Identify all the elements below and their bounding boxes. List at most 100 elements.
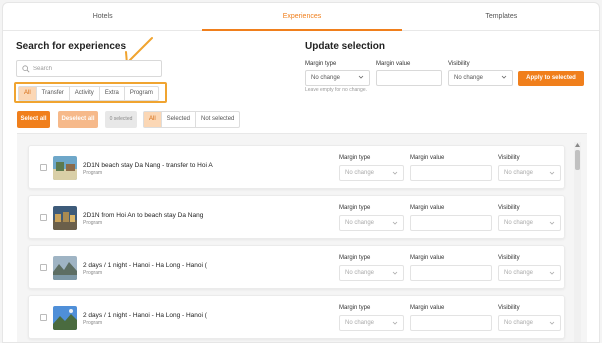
visibility-label: Visibility	[498, 255, 520, 261]
view-all[interactable]: All	[144, 112, 162, 127]
type-filter-highlight: All Transfer Activity Extra Program	[14, 82, 167, 103]
chevron-down-icon	[501, 75, 507, 79]
item-checkbox[interactable]	[40, 314, 47, 321]
item-margin-value-input[interactable]	[410, 215, 492, 231]
thumbnail-image	[53, 156, 77, 180]
visibility-select-value: No change	[454, 75, 484, 81]
item-visibility-select[interactable]: No change	[498, 265, 561, 281]
deselect-all-button[interactable]: Deselect all	[58, 111, 98, 128]
item-checkbox[interactable]	[40, 214, 47, 221]
item-name: 2 days / 1 night - Hanoi - Ha Long - Han…	[83, 312, 207, 319]
list-scrollbar[interactable]	[574, 142, 581, 342]
chevron-down-icon	[358, 75, 364, 79]
filter-transfer[interactable]: Transfer	[37, 87, 70, 100]
tab-experiences[interactable]: Experiences	[202, 3, 402, 31]
search-icon	[22, 65, 30, 73]
update-selection-title: Update selection	[305, 41, 386, 52]
visibility-label: Visibility	[448, 61, 470, 67]
chevron-down-icon	[549, 171, 555, 175]
chevron-down-icon	[549, 321, 555, 325]
thumbnail-image	[53, 256, 77, 280]
margin-type-label: Margin type	[339, 255, 371, 261]
select-value: No change	[345, 270, 375, 276]
item-type: Program	[83, 220, 103, 226]
leave-empty-hint: Leave empty for no change.	[305, 87, 367, 93]
experience-list: 2D1N beach stay Da Nang - transfer to Ho…	[17, 133, 587, 342]
margin-type-label: Margin type	[339, 205, 371, 211]
select-value: No change	[504, 170, 534, 176]
tab-templates[interactable]: Templates	[402, 3, 599, 30]
item-name: 2D1N from Hoi An to beach stay Da Nang	[83, 212, 204, 219]
margin-type-label: Margin type	[339, 305, 371, 311]
item-checkbox[interactable]	[40, 264, 47, 271]
select-value: No change	[504, 270, 534, 276]
item-type: Program	[83, 270, 103, 276]
item-margin-type-select[interactable]: No change	[339, 165, 404, 181]
margin-value-label: Margin value	[410, 155, 445, 161]
list-item: 2 days / 1 night - Hanoi - Ha Long - Han…	[28, 245, 565, 289]
filter-all[interactable]: All	[19, 87, 37, 100]
visibility-select[interactable]: No change	[448, 70, 513, 86]
margin-type-label: Margin type	[305, 61, 337, 67]
margin-value-input[interactable]	[376, 70, 442, 86]
view-selected[interactable]: Selected	[162, 112, 197, 127]
margin-value-label: Margin value	[376, 61, 411, 67]
item-checkbox[interactable]	[40, 164, 47, 171]
chevron-down-icon	[549, 221, 555, 225]
selected-count-badge: 0 selected	[105, 111, 137, 128]
visibility-label: Visibility	[498, 155, 520, 161]
item-margin-value-input[interactable]	[410, 315, 492, 331]
thumbnail-image	[53, 206, 77, 230]
select-value: No change	[345, 220, 375, 226]
margin-type-select-value: No change	[311, 75, 341, 81]
margin-value-label: Margin value	[410, 255, 445, 261]
tab-hotels[interactable]: Hotels	[3, 3, 202, 30]
margin-type-select[interactable]: No change	[305, 70, 370, 86]
item-type: Program	[83, 170, 103, 176]
item-margin-value-input[interactable]	[410, 265, 492, 281]
select-value: No change	[504, 320, 534, 326]
search-title: Search for experiences	[16, 41, 127, 52]
list-item: 2D1N beach stay Da Nang - transfer to Ho…	[28, 145, 565, 189]
item-name: 2 days / 1 night - Hanoi - Ha Long - Han…	[83, 262, 207, 269]
item-visibility-select[interactable]: No change	[498, 315, 561, 331]
apply-to-selected-button[interactable]: Apply to selected	[518, 71, 584, 86]
visibility-label: Visibility	[498, 305, 520, 311]
item-type: Program	[83, 320, 103, 326]
chevron-down-icon	[392, 171, 398, 175]
tab-bar: Hotels Experiences Templates	[3, 3, 599, 31]
margin-value-label: Margin value	[410, 305, 445, 311]
chevron-down-icon	[392, 271, 398, 275]
select-value: No change	[504, 220, 534, 226]
thumbnail-image	[53, 306, 77, 330]
filter-activity[interactable]: Activity	[70, 87, 100, 100]
select-value: No change	[345, 170, 375, 176]
scroll-up-arrow-icon[interactable]	[575, 143, 580, 147]
selection-view-filter: All Selected Not selected	[143, 111, 241, 128]
item-name: 2D1N beach stay Da Nang - transfer to Ho…	[83, 162, 213, 169]
scrollbar-thumb[interactable]	[575, 150, 580, 170]
margin-type-label: Margin type	[339, 155, 371, 161]
search-input[interactable]	[33, 62, 159, 75]
select-all-button[interactable]: Select all	[17, 111, 50, 128]
chevron-down-icon	[549, 271, 555, 275]
list-item: 2D1N from Hoi An to beach stay Da Nang P…	[28, 195, 565, 239]
item-margin-type-select[interactable]: No change	[339, 315, 404, 331]
search-input-wrapper	[16, 60, 162, 77]
item-margin-type-select[interactable]: No change	[339, 215, 404, 231]
select-value: No change	[345, 320, 375, 326]
filter-extra[interactable]: Extra	[100, 87, 125, 100]
type-filter-group: All Transfer Activity Extra Program	[18, 86, 159, 101]
experiences-page: Hotels Experiences Templates Search for …	[2, 2, 600, 343]
item-margin-value-input[interactable]	[410, 165, 492, 181]
item-margin-type-select[interactable]: No change	[339, 265, 404, 281]
filter-program[interactable]: Program	[125, 87, 158, 100]
margin-value-label: Margin value	[410, 205, 445, 211]
chevron-down-icon	[392, 221, 398, 225]
view-not-selected[interactable]: Not selected	[196, 112, 239, 127]
chevron-down-icon	[392, 321, 398, 325]
item-visibility-select[interactable]: No change	[498, 165, 561, 181]
item-visibility-select[interactable]: No change	[498, 215, 561, 231]
visibility-label: Visibility	[498, 205, 520, 211]
list-item: 2 days / 1 night - Hanoi - Ha Long - Han…	[28, 295, 565, 339]
